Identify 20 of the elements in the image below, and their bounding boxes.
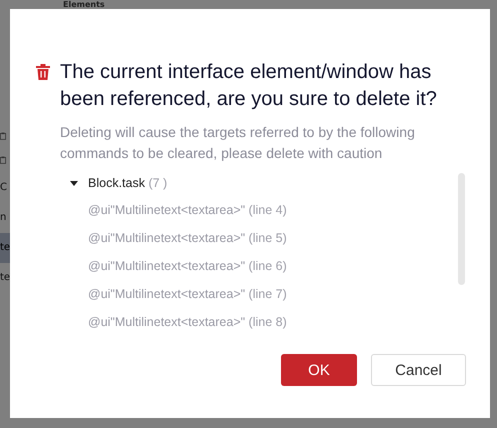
trash-icon: [36, 64, 50, 80]
tree-node[interactable]: Block.task (7 ): [88, 176, 168, 190]
list-item[interactable]: te: [0, 233, 10, 263]
ok-button[interactable]: OK: [281, 354, 357, 386]
cancel-button[interactable]: Cancel: [371, 354, 466, 386]
reference-item[interactable]: @ui"Multilinetext<textarea>" (line 8): [70, 308, 458, 336]
reference-item[interactable]: @ui"Multilinetext<textarea>" (line 6): [70, 252, 458, 280]
reference-item[interactable]: @ui"Multilinetext<textarea>" (line 7): [70, 280, 458, 308]
panel-title: Elements: [63, 0, 105, 9]
clipboard-icon: [0, 155, 6, 165]
list-item[interactable]: C: [0, 173, 10, 203]
caret-down-icon[interactable]: [70, 180, 78, 186]
scrollbar[interactable]: [458, 173, 465, 285]
clipboard-icon: [0, 131, 6, 141]
reference-item[interactable]: @ui"Multilinetext<textarea>" (line 4): [70, 196, 458, 224]
list-item[interactable]: n: [0, 203, 10, 233]
dialog-title: The current interface element/window has been referenced, are you sure to delete it?: [60, 60, 438, 112]
reference-item[interactable]: @ui"Multilinetext<textarea>" (line 5): [70, 224, 458, 252]
list-item[interactable]: te: [0, 263, 10, 293]
warning-message: Deleting will cause the targets referred to by the following commands to be cleared, please delete with caution: [60, 123, 416, 163]
